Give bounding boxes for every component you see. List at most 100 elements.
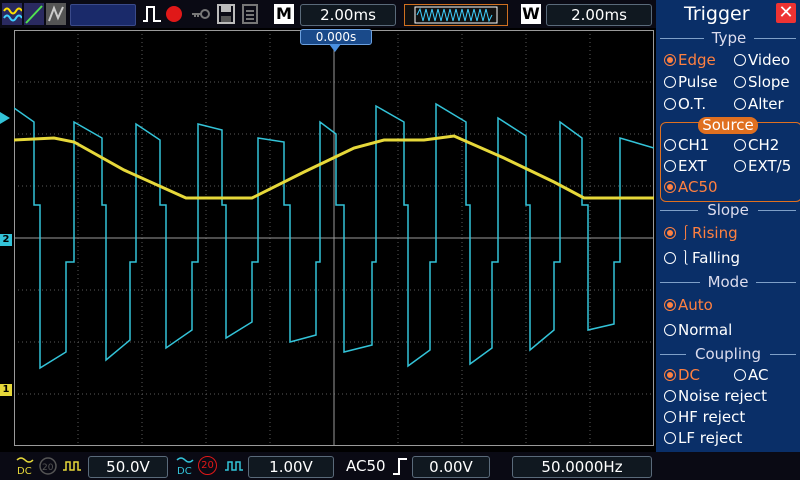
- rising-edge-icon: [393, 458, 407, 475]
- type-option-label: Video: [748, 51, 791, 69]
- measure-icon[interactable]: [24, 3, 44, 25]
- window-waveform-preview[interactable]: [404, 4, 508, 26]
- coupling-option-noise-reject[interactable]: Noise reject: [664, 387, 767, 405]
- source-option-ac50[interactable]: AC50: [664, 178, 718, 196]
- type-option-label: Edge: [678, 51, 716, 69]
- ch1-invert-icon[interactable]: [62, 456, 82, 476]
- type-option-edge[interactable]: Edge: [664, 51, 716, 69]
- radio-icon: [734, 139, 746, 151]
- svg-text:DC: DC: [17, 466, 32, 476]
- time-position-indicator[interactable]: 0.000s: [300, 29, 372, 45]
- trigger-menu-panel: Trigger ✕ Type Edge Video Pulse Slope O.…: [656, 0, 800, 456]
- slope-option-falling[interactable]: ⎱Falling: [664, 249, 740, 267]
- radio-icon: [734, 369, 746, 381]
- radio-icon: [734, 54, 746, 66]
- coupling-option-ac[interactable]: AC: [734, 366, 768, 384]
- waveform-menu-icon[interactable]: [2, 3, 22, 25]
- trigger-position-icon: [329, 44, 341, 52]
- source-option-label: EXT: [678, 157, 707, 175]
- radio-icon: [734, 160, 746, 172]
- mode-option-label: Normal: [678, 321, 733, 339]
- window-timebase-value[interactable]: 2.00ms: [546, 4, 652, 26]
- type-option-label: Alter: [748, 95, 784, 113]
- source-option-label: CH2: [748, 136, 780, 154]
- source-option-label: AC50: [678, 178, 718, 196]
- radio-icon: [664, 411, 676, 423]
- usb-storage-icon[interactable]: [240, 3, 262, 25]
- trigger-source-readout: AC50: [346, 457, 386, 475]
- close-icon[interactable]: ✕: [776, 3, 796, 23]
- radio-icon: [664, 139, 676, 151]
- svg-text:DC: DC: [177, 466, 192, 476]
- svg-text:20: 20: [42, 463, 54, 473]
- slope-option-rising[interactable]: ⎰Rising: [664, 224, 738, 242]
- coupling-option-label: Noise reject: [678, 387, 767, 405]
- radio-icon: [664, 76, 676, 88]
- source-option-ch1[interactable]: CH1: [664, 136, 709, 154]
- source-option-ch2[interactable]: CH2: [734, 136, 779, 154]
- ch2-dc-coupling-icon[interactable]: DC: [176, 456, 194, 476]
- coupling-option-hf-reject[interactable]: HF reject: [664, 408, 745, 426]
- trigger-level-arrow-icon[interactable]: [0, 112, 10, 124]
- ch2-bandwidth-limit-icon[interactable]: 20: [198, 456, 217, 475]
- radio-icon: [664, 98, 676, 110]
- ch1-bandwidth-limit-icon[interactable]: 20: [38, 456, 58, 476]
- ch2-invert-icon[interactable]: [224, 456, 244, 476]
- radio-icon: [664, 227, 676, 239]
- slope-section-header: Slope: [698, 202, 758, 218]
- ch1-dc-coupling-icon[interactable]: DC: [16, 456, 34, 476]
- rising-edge-icon: ⎰: [678, 224, 694, 242]
- coupling-option-label: HF reject: [678, 408, 746, 426]
- source-option-ext5[interactable]: EXT/5: [734, 157, 796, 175]
- frequency-readout: 50.0000Hz: [512, 456, 652, 478]
- ch1-volts-per-div[interactable]: 50.0V: [88, 456, 168, 478]
- falling-edge-icon: ⎱: [678, 249, 694, 267]
- pulse-icon[interactable]: [142, 3, 162, 25]
- main-timebase-value[interactable]: 2.00ms: [300, 4, 396, 26]
- radio-icon: [664, 369, 676, 381]
- source-option-ext[interactable]: EXT: [664, 157, 707, 175]
- type-option-label: Slope: [748, 73, 790, 91]
- coupling-option-label: DC: [678, 366, 701, 384]
- top-toolbar: M 2.00ms W 2.00ms: [0, 0, 656, 28]
- mode-option-label: Auto: [678, 296, 713, 314]
- waveform-preview-icon: [414, 6, 498, 24]
- display-icon[interactable]: [46, 3, 66, 25]
- blank-status-box: [70, 4, 136, 26]
- source-section-header: Source: [698, 117, 758, 134]
- radio-icon: [734, 76, 746, 88]
- save-icon[interactable]: [216, 3, 236, 25]
- type-option-slope[interactable]: Slope: [734, 73, 790, 91]
- radio-icon: [664, 432, 676, 444]
- coupling-option-dc[interactable]: DC: [664, 366, 700, 384]
- key-icon[interactable]: [190, 3, 212, 25]
- radio-icon: [664, 390, 676, 402]
- radio-icon: [664, 181, 676, 193]
- main-timebase-label: M: [274, 4, 294, 24]
- radio-icon: [664, 54, 676, 66]
- mode-option-normal[interactable]: Normal: [664, 321, 732, 339]
- type-option-label: Pulse: [678, 73, 718, 91]
- coupling-section-header: Coupling: [686, 346, 770, 362]
- ch1-ground-marker[interactable]: 1: [0, 384, 12, 396]
- type-option-pulse[interactable]: Pulse: [664, 73, 718, 91]
- type-option-ot[interactable]: O.T.: [664, 95, 706, 113]
- type-option-alter[interactable]: Alter: [734, 95, 784, 113]
- type-option-video[interactable]: Video: [734, 51, 790, 69]
- source-option-label: CH1: [678, 136, 710, 154]
- type-section-header: Type: [704, 30, 754, 46]
- record-icon[interactable]: [164, 3, 184, 25]
- ch2-volts-per-div[interactable]: 1.00V: [248, 456, 334, 478]
- coupling-option-label: LF reject: [678, 429, 743, 447]
- type-option-label: O.T.: [678, 95, 707, 113]
- waveform-display[interactable]: [13, 30, 655, 446]
- slope-option-label: Falling: [692, 249, 740, 267]
- trigger-level-readout[interactable]: 0.00V: [412, 456, 490, 478]
- ch2-ground-marker[interactable]: 2: [0, 234, 12, 246]
- mode-option-auto[interactable]: Auto: [664, 296, 713, 314]
- coupling-option-lf-reject[interactable]: LF reject: [664, 429, 742, 447]
- radio-icon: [664, 324, 676, 336]
- window-timebase-label: W: [521, 4, 541, 24]
- radio-icon: [734, 98, 746, 110]
- radio-icon: [664, 299, 676, 311]
